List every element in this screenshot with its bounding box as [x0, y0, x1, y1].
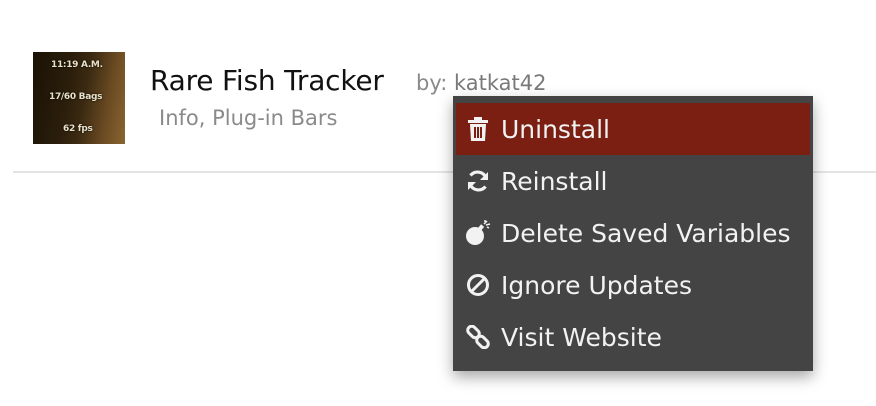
menu-item-ignore-updates[interactable]: Ignore Updates — [456, 259, 810, 311]
trash-icon — [465, 116, 491, 142]
thumbnail-fps-text: 62 fps — [63, 124, 93, 134]
menu-item-label: Delete Saved Variables — [501, 218, 791, 248]
author-link[interactable]: katkat42 — [454, 71, 547, 95]
bomb-icon — [465, 220, 491, 246]
addon-categories: Info, Plug-in Bars — [159, 106, 338, 130]
addon-list-page: 11:19 A.M. 17/60 Bags 62 fps Rare Fish T… — [0, 0, 876, 406]
thumbnail-clock-text: 11:19 A.M. — [51, 60, 103, 70]
addon-context-menu: Uninstall Reinstall Delete Saved Variabl… — [453, 96, 813, 371]
addon-title[interactable]: Rare Fish Tracker — [150, 64, 384, 97]
menu-item-label: Reinstall — [501, 166, 608, 196]
thumbnail-bags-text: 17/60 Bags — [49, 92, 103, 102]
menu-item-delete-saved-variables[interactable]: Delete Saved Variables — [456, 207, 810, 259]
by-label: by: — [416, 71, 448, 95]
menu-item-visit-website[interactable]: Visit Website — [456, 311, 810, 363]
menu-item-label: Uninstall — [501, 114, 610, 144]
menu-item-label: Visit Website — [501, 322, 662, 352]
menu-item-reinstall[interactable]: Reinstall — [456, 155, 810, 207]
ban-icon — [465, 272, 491, 298]
addon-byline: by: katkat42 — [416, 71, 547, 95]
refresh-icon — [465, 168, 491, 194]
addon-thumbnail: 11:19 A.M. 17/60 Bags 62 fps — [33, 52, 125, 144]
menu-item-uninstall[interactable]: Uninstall — [456, 103, 810, 155]
link-icon — [465, 324, 491, 350]
menu-item-label: Ignore Updates — [501, 270, 693, 300]
